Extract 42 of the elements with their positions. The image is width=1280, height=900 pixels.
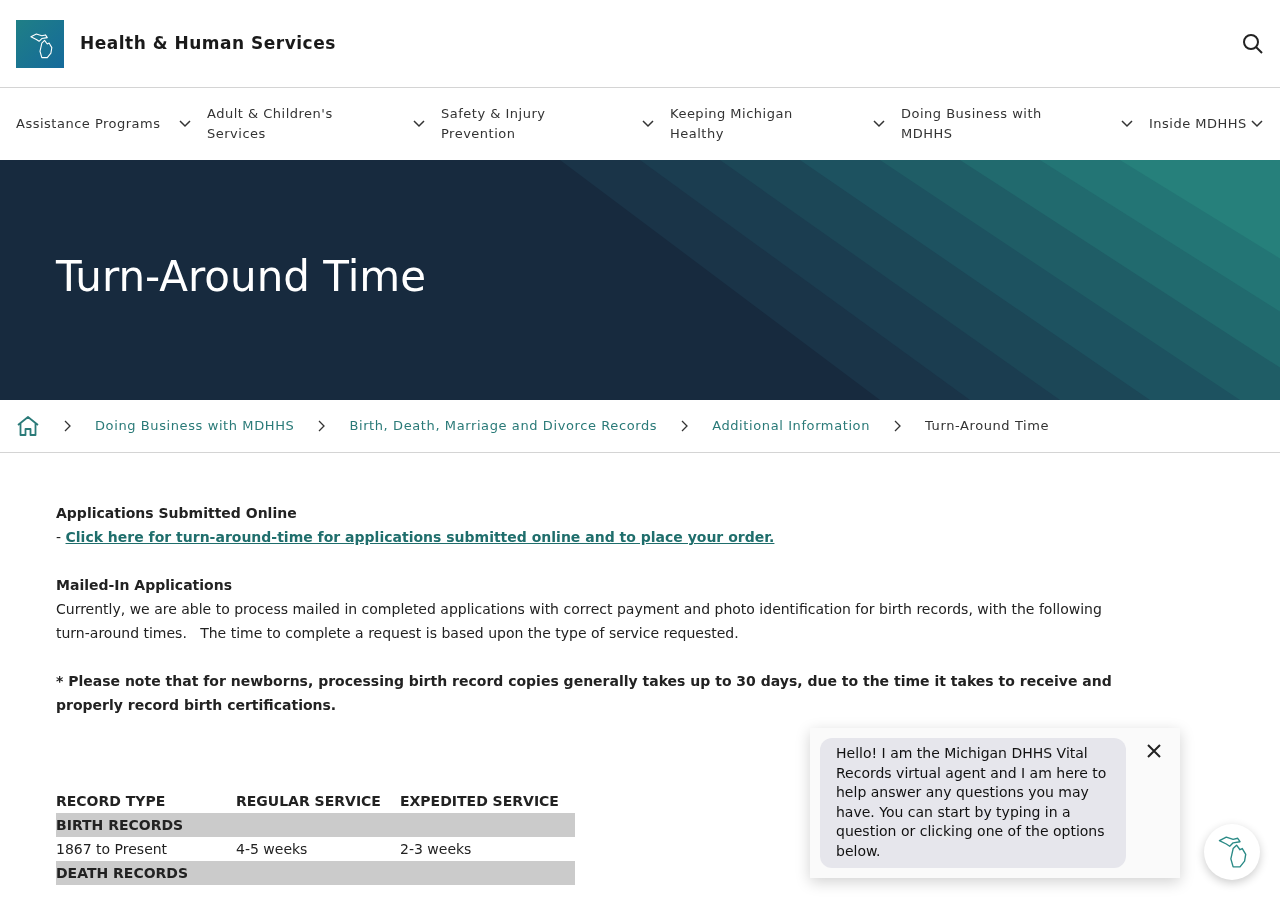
note: * Please note that for newborns, processing birth record copies generally takes up to 30 days, due to the time it takes to receive and properly record birth certifications. xyxy=(56,672,1113,715)
chevron-down-icon xyxy=(642,120,654,128)
breadcrumb-link[interactable]: Doing Business with MDHHS xyxy=(95,416,295,436)
column-header: RECORD TYPE xyxy=(56,792,167,811)
nav-menu-item[interactable]: Doing Business with MDHHS xyxy=(901,104,1133,144)
nav-menu-item[interactable]: Assistance Programs xyxy=(16,114,191,134)
nav-menu-item[interactable]: Adult & Children's Services xyxy=(207,104,425,144)
breadcrumb-current: Turn-Around Time xyxy=(925,417,1050,436)
chevron-right-icon xyxy=(64,420,71,432)
page-title: Turn-Around Time xyxy=(56,252,427,303)
chevron-down-icon xyxy=(873,120,885,128)
section-heading: Applications Submitted Online xyxy=(56,504,298,523)
chevron-down-icon xyxy=(413,120,425,128)
column-header: REGULAR SERVICE xyxy=(236,792,382,811)
nav-menu-item[interactable]: Keeping Michigan Healthy xyxy=(670,104,885,144)
paragraph: Currently, we are able to process mailed in completed applications with correct payment and photo identification for birth records, with the following turn-around times. The time to complete a request is based upon the type of service requested. xyxy=(56,600,1103,643)
group-label: BIRTH RECORDS xyxy=(56,817,184,833)
chat-launcher-button[interactable] xyxy=(1204,824,1260,880)
chevron-down-icon xyxy=(1251,120,1263,128)
nav-menu-item[interactable]: Safety & Injury Prevention xyxy=(441,104,654,144)
breadcrumb-link[interactable]: Birth, Death, Marriage and Divorce Records xyxy=(349,416,658,436)
logo[interactable] xyxy=(16,19,64,68)
column-header: EXPEDITED SERVICE xyxy=(400,792,560,811)
list-dash: - xyxy=(56,529,62,545)
table-cell-text: 1867 to Present xyxy=(56,840,169,859)
chat-message: Hello! I am the Michigan DHHS Vital Records virtual agent and I am here to help answer any questions you may have. You can start by typing in a question or clicking one of the options below. xyxy=(820,738,1126,868)
chevron-right-icon xyxy=(681,420,689,432)
chevron-down-icon xyxy=(1121,120,1133,128)
chevron-right-icon xyxy=(318,420,326,432)
table-cell-text: 4-5 weeks xyxy=(236,840,309,859)
home-icon[interactable] xyxy=(16,415,40,437)
nav-menu-item[interactable]: Inside MDHHS xyxy=(1149,114,1263,134)
section-heading: Mailed-In Applications xyxy=(56,576,233,595)
michigan-icon xyxy=(1217,836,1247,868)
order-link[interactable]: Click here for turn-around-time for applications submitted online and to place your order. xyxy=(65,529,775,545)
group-label: DEATH RECORDS xyxy=(56,865,189,881)
site-title[interactable]: Health & Human Services xyxy=(80,30,336,57)
chevron-right-icon xyxy=(894,420,901,432)
breadcrumb-link[interactable]: Additional Information xyxy=(712,416,870,436)
chevron-down-icon xyxy=(179,120,191,128)
table-cell-text: 2-3 weeks xyxy=(400,840,473,859)
search-icon[interactable] xyxy=(1242,31,1264,56)
